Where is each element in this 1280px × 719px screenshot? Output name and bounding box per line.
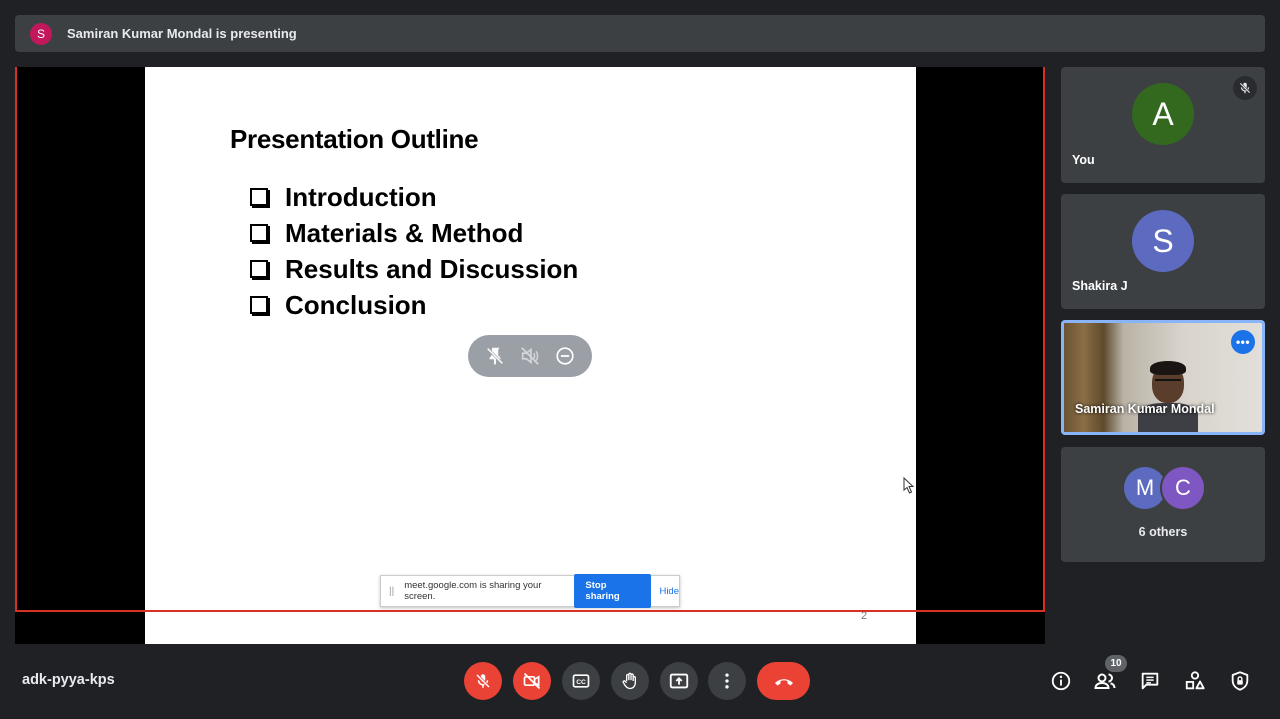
present-screen-button[interactable]	[660, 662, 698, 700]
mute-audio-icon[interactable]	[516, 342, 544, 370]
checkbox-bullet-icon	[250, 188, 268, 206]
more-options-icon[interactable]: •••	[1231, 330, 1255, 354]
unpin-icon[interactable]	[481, 342, 509, 370]
participant-video-person	[1138, 359, 1198, 432]
others-tile[interactable]: M C 6 others	[1061, 447, 1265, 562]
captions-button[interactable]: CC	[562, 662, 600, 700]
stop-sharing-button[interactable]: Stop sharing	[574, 574, 652, 608]
remove-from-call-icon[interactable]	[551, 342, 579, 370]
camera-toggle-button[interactable]	[513, 662, 551, 700]
host-controls-icon[interactable]	[1227, 668, 1253, 694]
participant-avatar: A	[1132, 83, 1194, 145]
screen-share-notice: || meet.google.com is sharing your scree…	[380, 574, 680, 608]
mic-off-icon	[1233, 76, 1257, 100]
participant-avatar: C	[1160, 465, 1206, 511]
participant-tile-you[interactable]: A You	[1061, 67, 1265, 183]
slide-page-number: 2	[861, 610, 868, 622]
drag-handle-icon[interactable]: ||	[389, 586, 394, 597]
share-notice-text: meet.google.com is sharing your screen.	[404, 580, 542, 602]
presentation-stage[interactable]: Presentation Outline Introduction Materi…	[15, 67, 1045, 644]
tile-hover-controls	[468, 335, 592, 377]
participant-avatar: S	[1132, 210, 1194, 272]
meeting-details-icon[interactable]	[1048, 668, 1074, 694]
checkbox-bullet-icon	[250, 224, 268, 242]
checkbox-bullet-icon	[250, 296, 268, 314]
mic-toggle-button[interactable]	[464, 662, 502, 700]
participant-name: Shakira J	[1072, 279, 1128, 293]
leave-call-button[interactable]	[757, 662, 810, 700]
meeting-code: adk-pyya-kps	[22, 672, 115, 688]
participant-name: You	[1072, 153, 1095, 167]
shared-slide: Presentation Outline Introduction Materi…	[145, 67, 916, 644]
participant-count-badge: 10	[1105, 655, 1127, 672]
mouse-cursor-icon	[903, 476, 915, 499]
slide-bullet: Results and Discussion	[250, 251, 578, 287]
hide-notice-link[interactable]: Hide	[659, 586, 679, 597]
slide-bullet-list: Introduction Materials & Method Results …	[250, 179, 578, 323]
others-avatars: M C	[1124, 465, 1206, 511]
slide-bullet: Materials & Method	[250, 215, 578, 251]
participant-tile-samiran[interactable]: Samiran Kumar Mondal •••	[1061, 320, 1265, 435]
slide-bullet: Introduction	[250, 179, 578, 215]
participant-tile-shakira[interactable]: S Shakira J	[1061, 194, 1265, 309]
presenter-avatar: S	[30, 22, 52, 45]
participant-name: Samiran Kumar Mondal	[1075, 402, 1215, 416]
raise-hand-button[interactable]	[611, 662, 649, 700]
others-count-label: 6 others	[1138, 525, 1188, 539]
activities-icon[interactable]	[1182, 668, 1208, 694]
slide-title: Presentation Outline	[230, 124, 479, 154]
slide-bullet: Conclusion	[250, 287, 578, 323]
chat-icon[interactable]	[1137, 668, 1163, 694]
presenting-text: Samiran Kumar Mondal is presenting	[67, 26, 297, 41]
checkbox-bullet-icon	[250, 260, 268, 278]
presenting-banner: S Samiran Kumar Mondal is presenting	[15, 15, 1265, 52]
svg-text:CC: CC	[576, 679, 586, 686]
more-options-button[interactable]	[708, 662, 746, 700]
